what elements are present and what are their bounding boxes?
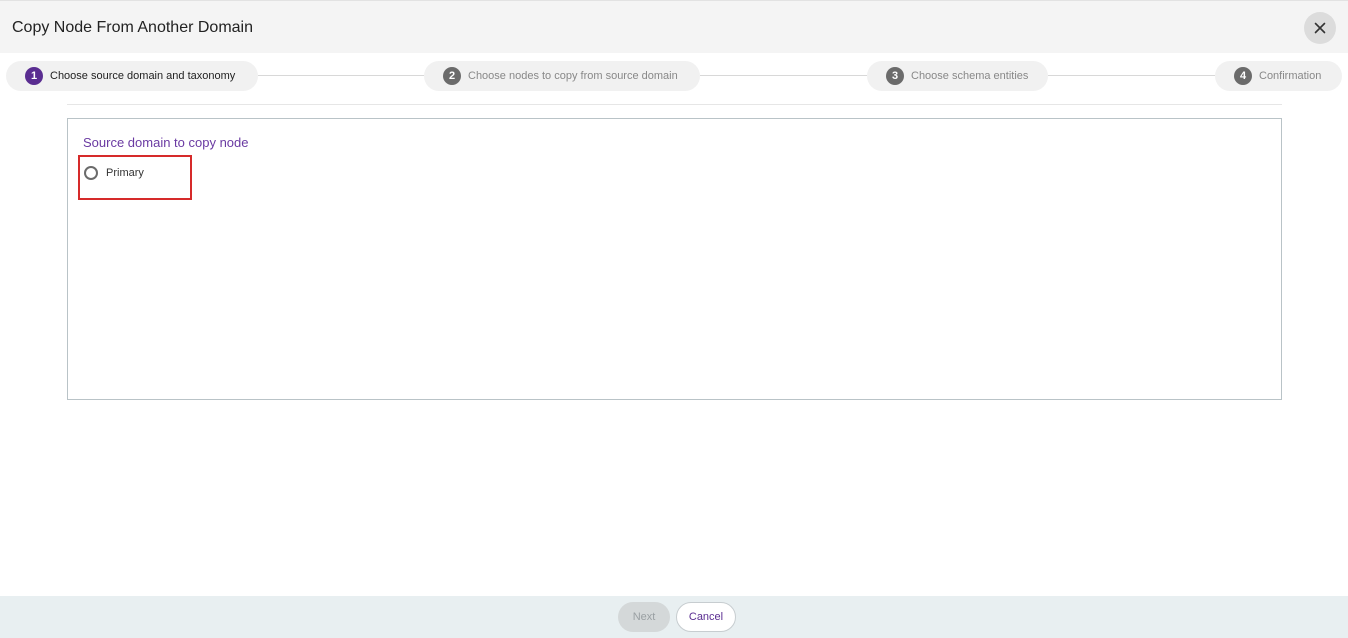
step-choose-schema-entities[interactable]: 3 Choose schema entities xyxy=(867,61,1048,91)
copy-node-dialog: Copy Node From Another Domain 1 Choose s… xyxy=(0,0,1348,638)
step-choose-nodes[interactable]: 2 Choose nodes to copy from source domai… xyxy=(424,61,700,91)
wizard-stepper: 1 Choose source domain and taxonomy 2 Ch… xyxy=(0,53,1348,99)
step-label: Confirmation xyxy=(1259,70,1322,82)
next-button[interactable]: Next xyxy=(618,602,670,632)
radio-button-icon[interactable] xyxy=(84,166,98,180)
dialog-title: Copy Node From Another Domain xyxy=(12,19,253,36)
step-choose-source-domain[interactable]: 1 Choose source domain and taxonomy xyxy=(6,61,258,91)
cancel-button[interactable]: Cancel xyxy=(676,602,736,632)
step-number-badge: 4 xyxy=(1234,67,1252,85)
dialog-header: Copy Node From Another Domain xyxy=(0,0,1348,53)
step-label: Choose source domain and taxonomy xyxy=(50,70,236,82)
step-number-badge: 3 xyxy=(886,67,904,85)
close-button[interactable] xyxy=(1304,12,1336,44)
step-label: Choose nodes to copy from source domain xyxy=(468,70,678,82)
stepper-connector xyxy=(1048,75,1215,76)
radio-option-primary[interactable]: Primary xyxy=(84,166,144,180)
source-domain-panel: Source domain to copy node Primary xyxy=(67,118,1282,400)
step-label: Choose schema entities xyxy=(911,70,1029,82)
close-icon xyxy=(1314,22,1326,34)
step-number-badge: 1 xyxy=(25,67,43,85)
section-divider xyxy=(67,104,1282,105)
source-domain-label: Source domain to copy node xyxy=(83,135,249,150)
stepper-connector xyxy=(258,75,424,76)
step-confirmation[interactable]: 4 Confirmation xyxy=(1215,61,1342,91)
stepper-connector xyxy=(700,75,867,76)
dialog-footer: Next Cancel xyxy=(0,596,1348,638)
step-number-badge: 2 xyxy=(443,67,461,85)
radio-label: Primary xyxy=(106,167,144,179)
